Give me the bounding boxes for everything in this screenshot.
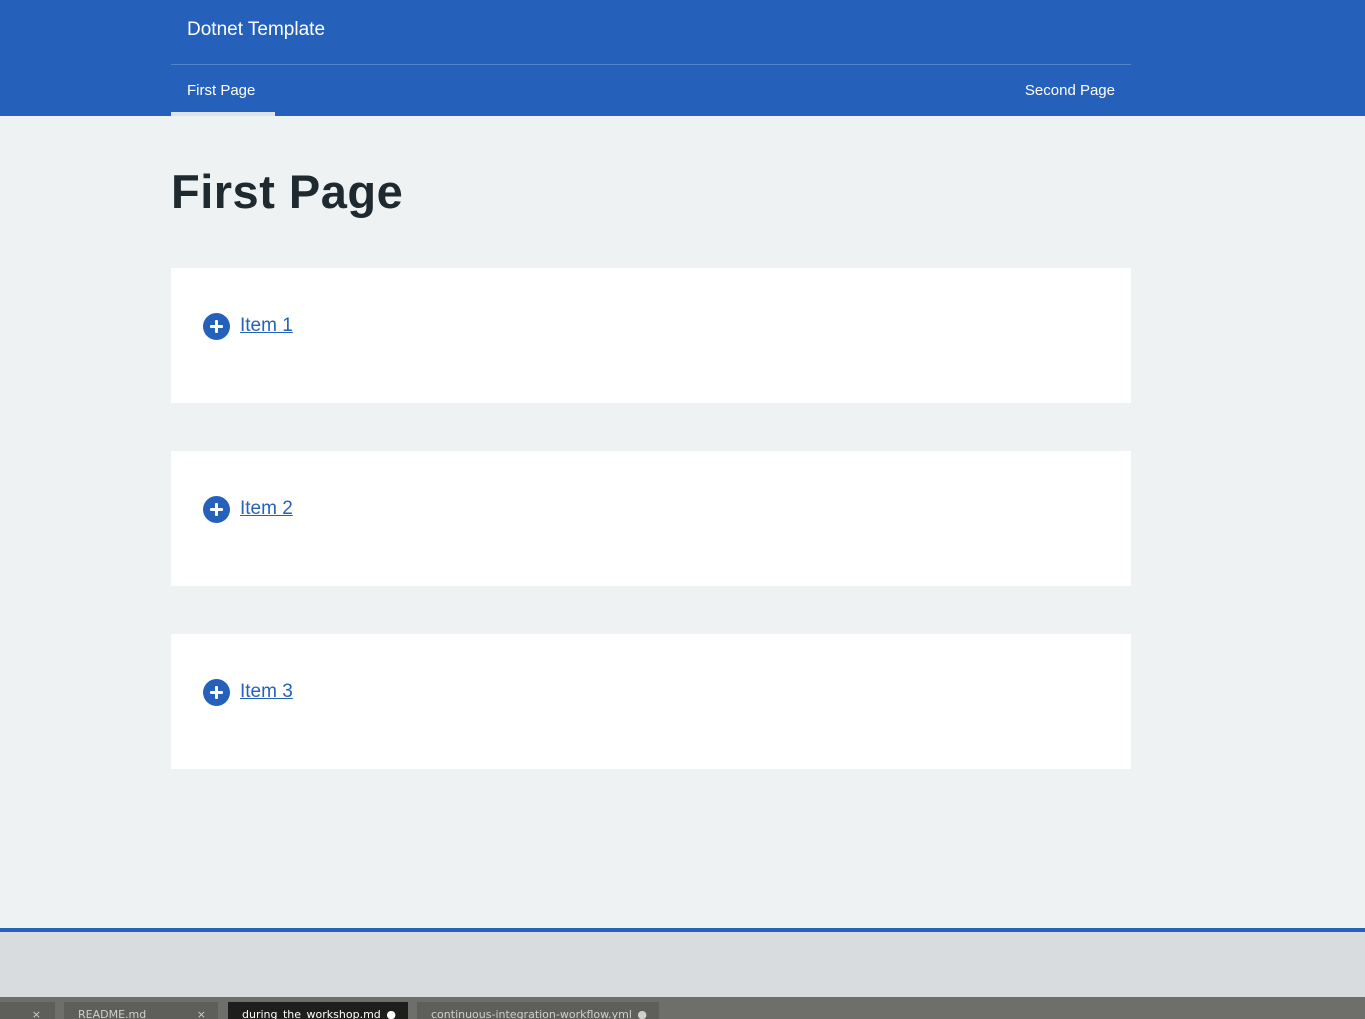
editor-tab-bar: × README.md × during_the_workshop.md ● c… [0, 997, 1365, 1019]
active-nav-indicator [171, 112, 275, 116]
app-title[interactable]: Dotnet Template [187, 18, 325, 42]
page-title: First Page [171, 165, 404, 218]
plus-circle-icon[interactable] [203, 312, 230, 340]
accordion-toggle-item-2[interactable]: Item 2 [203, 495, 293, 523]
tab-label: continuous-integration-workflow.yml [431, 1008, 632, 1019]
header-container: Dotnet Template First Page Second Page [171, 0, 1131, 116]
item-link[interactable]: Item 1 [240, 314, 293, 338]
plus-circle-icon[interactable] [203, 678, 230, 706]
site-footer [0, 932, 1365, 997]
accordion-toggle-item-3[interactable]: Item 3 [203, 678, 293, 706]
accordion-card: Item 1 [171, 268, 1131, 403]
accordion-card: Item 3 [171, 634, 1131, 769]
unsaved-dot-icon[interactable]: ● [386, 1002, 396, 1019]
unsaved-dot-icon[interactable]: ● [637, 1002, 647, 1019]
tab-label: README.md [78, 1008, 147, 1019]
editor-tab-readme[interactable]: README.md × [64, 1002, 218, 1019]
nav-item-label: Second Page [1024, 82, 1115, 99]
nav-item-second-page[interactable]: Second Page [1009, 65, 1131, 116]
plus-circle-icon[interactable] [203, 495, 230, 523]
header-divider [171, 64, 1131, 65]
close-icon[interactable]: × [32, 1002, 41, 1019]
item-link[interactable]: Item 3 [240, 680, 293, 704]
tab-label: during_the_workshop.md [242, 1008, 381, 1019]
site-header: Dotnet Template First Page Second Page [0, 0, 1365, 116]
nav-item-first-page[interactable]: First Page [171, 65, 275, 116]
nav-item-label: First Page [187, 82, 256, 99]
accordion-card: Item 2 [171, 451, 1131, 586]
item-link[interactable]: Item 2 [240, 497, 293, 521]
accordion-toggle-item-1[interactable]: Item 1 [203, 312, 293, 340]
editor-tab[interactable]: × [0, 1002, 55, 1019]
close-icon[interactable]: × [197, 1002, 206, 1019]
editor-tab-during-the-workshop[interactable]: during_the_workshop.md ● [228, 1002, 408, 1019]
editor-tab-ci-workflow[interactable]: continuous-integration-workflow.yml ● [417, 1002, 659, 1019]
